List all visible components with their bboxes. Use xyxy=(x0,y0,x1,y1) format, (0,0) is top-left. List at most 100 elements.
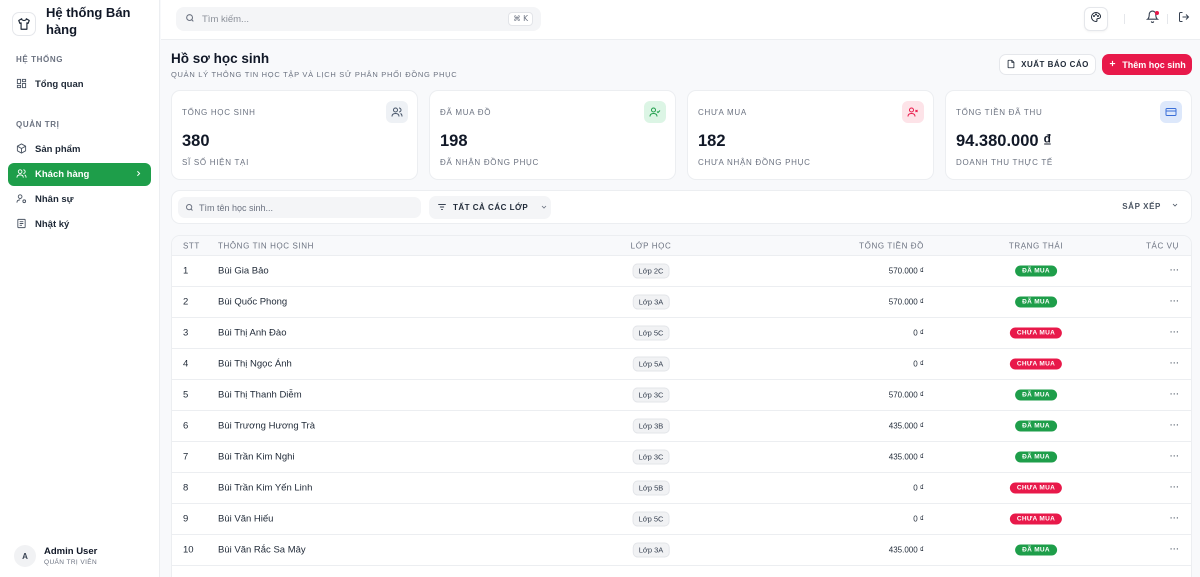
column-header[interactable]: TỔNG TIỀN ĐỒ xyxy=(859,241,924,250)
stat-card-bought: ĐÃ MUA ĐỒ 198 ĐÃ NHẬN ĐỒNG PHỤC xyxy=(429,90,676,180)
total-amount: 570.000 ₫ xyxy=(888,297,924,307)
total-amount: 0 ₫ xyxy=(913,514,924,524)
status-badge: ĐÃ MUA xyxy=(1015,296,1057,308)
status-badge: ĐÃ MUA xyxy=(1015,451,1057,463)
student-name[interactable]: Bùi Thị Anh Đào xyxy=(218,328,286,339)
student-name[interactable]: Bùi Trương Hương Trà xyxy=(218,421,315,432)
export-report-button[interactable]: XUẤT BÁO CÁO xyxy=(999,54,1096,75)
sidebar-item-dashboard[interactable]: Tổng quan xyxy=(8,73,151,96)
more-actions-icon[interactable]: ··· xyxy=(1169,266,1179,277)
table-row[interactable]: 4 Bùi Thị Ngọc Ánh Lớp 5A 0 ₫ CHƯA MUA ··· xyxy=(172,349,1191,380)
column-header: TÁC VỤ xyxy=(1146,241,1179,250)
filter-bar: TẤT CẢ CÁC LỚP SẮP XẾP xyxy=(171,190,1192,224)
sidebar-item-logs[interactable]: Nhật ký xyxy=(8,213,151,236)
app-title: Hệ thống Bán hàng xyxy=(46,5,131,37)
chevron-right-icon xyxy=(134,169,143,181)
more-actions-icon[interactable]: ··· xyxy=(1169,452,1179,463)
status-badge: CHƯA MUA xyxy=(1009,482,1063,494)
student-name[interactable]: Bùi Quốc Phong xyxy=(218,297,287,308)
student-name[interactable]: Bùi Thị Thanh Diễm xyxy=(218,390,302,401)
stat-value: 182 xyxy=(698,132,726,150)
column-header[interactable]: LỚP HỌC xyxy=(631,241,672,250)
notification-dot xyxy=(1155,11,1159,15)
sidebar-item-label: Nhật ký xyxy=(35,219,70,230)
sidebar-item-customers[interactable]: Khách hàng xyxy=(8,163,151,186)
stat-value: 380 xyxy=(182,132,210,150)
chevron-down-icon xyxy=(540,203,548,213)
stat-label: ĐÃ MUA ĐỒ xyxy=(440,108,492,117)
palette-icon xyxy=(1090,10,1102,28)
student-search[interactable] xyxy=(178,197,421,218)
student-search-input[interactable] xyxy=(199,202,409,213)
table-row[interactable]: 7 Bùi Trần Kim Nghi Lớp 3C 435.000 ₫ ĐÃ MUA ·… xyxy=(172,442,1191,473)
class-badge: Lớp 3C xyxy=(632,387,670,403)
class-badge: Lớp 3C xyxy=(632,449,670,465)
stat-label: TỔNG HỌC SINH xyxy=(182,108,256,117)
table-row[interactable]: 2 Bùi Quốc Phong Lớp 3A 570.000 ₫ ĐÃ MUA ··· xyxy=(172,287,1191,318)
global-search-input[interactable] xyxy=(202,13,502,25)
column-header[interactable]: THÔNG TIN HỌC SINH xyxy=(218,241,314,250)
user-cog-icon xyxy=(16,193,27,207)
dashboard-icon xyxy=(16,78,27,92)
more-actions-icon[interactable]: ··· xyxy=(1169,421,1179,432)
more-actions-icon[interactable]: ··· xyxy=(1169,297,1179,308)
table-row[interactable]: 9 Bùi Văn Hiếu Lớp 5C 0 ₫ CHƯA MUA ··· xyxy=(172,504,1191,535)
global-search[interactable]: ⌘ K xyxy=(176,7,541,31)
student-name[interactable]: Bùi Văn Rắc Sa Mây xyxy=(218,545,306,556)
sort-label: SẮP XẾP xyxy=(1122,201,1161,211)
notifications-button[interactable] xyxy=(1140,7,1164,31)
total-amount: 435.000 ₫ xyxy=(888,421,924,431)
table-row[interactable]: 6 Bùi Trương Hương Trà Lớp 3B 435.000 ₫ ĐÃ M… xyxy=(172,411,1191,442)
class-badge: Lớp 3A xyxy=(632,542,670,558)
class-filter-dropdown[interactable]: TẤT CẢ CÁC LỚP xyxy=(429,196,551,219)
student-name[interactable]: Bùi Văn Hiếu xyxy=(218,514,273,525)
table-row[interactable]: 1 Bùi Gia Bảo Lớp 2C 570.000 ₫ ĐÃ MUA ··· xyxy=(172,256,1191,287)
table-row[interactable]: 5 Bùi Thị Thanh Diễm Lớp 3C 570.000 ₫ ĐÃ MUA… xyxy=(172,380,1191,411)
row-index: 8 xyxy=(183,482,189,494)
student-name[interactable]: Bùi Gia Bảo xyxy=(218,266,269,277)
more-actions-icon[interactable]: ··· xyxy=(1169,483,1179,494)
logout-button[interactable] xyxy=(1172,7,1196,31)
sidebar-item-label: Nhân sự xyxy=(35,194,74,205)
stat-value: 94.380.000 ₫ xyxy=(956,132,1052,150)
sidebar-item-label: Tổng quan xyxy=(35,79,84,90)
more-actions-icon[interactable]: ··· xyxy=(1169,390,1179,401)
total-amount: 570.000 ₫ xyxy=(888,266,924,276)
student-name[interactable]: Bùi Thị Ngọc Ánh xyxy=(218,359,292,370)
user-profile[interactable]: A Admin User QUẢN TRỊ VIÊN xyxy=(0,535,159,577)
table-row[interactable] xyxy=(172,566,1191,577)
column-header[interactable]: TRẠNG THÁI xyxy=(1009,241,1063,250)
stat-note: DOANH THU THỰC TẾ xyxy=(956,158,1053,167)
table-row[interactable]: 3 Bùi Thị Anh Đào Lớp 5C 0 ₫ CHƯA MUA ··· xyxy=(172,318,1191,349)
status-badge: ĐÃ MUA xyxy=(1015,544,1057,556)
search-icon xyxy=(185,10,195,28)
sidebar-item-products[interactable]: Sản phẩm xyxy=(8,138,151,161)
user-x-icon xyxy=(902,101,924,123)
column-header[interactable]: STT xyxy=(183,241,200,250)
status-badge: ĐÃ MUA xyxy=(1015,420,1057,432)
filter-icon xyxy=(437,202,447,214)
sidebar-item-staff[interactable]: Nhân sự xyxy=(8,188,151,211)
student-name[interactable]: Bùi Trần Kim Nghi xyxy=(218,452,295,463)
more-actions-icon[interactable]: ··· xyxy=(1169,359,1179,370)
status-badge: CHƯA MUA xyxy=(1009,327,1063,339)
add-student-button[interactable]: Thêm học sinh xyxy=(1102,54,1192,75)
row-index: 2 xyxy=(183,296,189,308)
sort-dropdown[interactable]: SẮP XẾP xyxy=(1122,201,1179,211)
topbar: ⌘ K xyxy=(161,0,1200,40)
table-row[interactable]: 8 Bùi Trần Kim Yến Linh Lớp 5B 0 ₫ CHƯA MUA ·… xyxy=(172,473,1191,504)
nav-section-admin: QUẢN TRỊ xyxy=(16,120,60,129)
row-index: 6 xyxy=(183,420,189,432)
table-row[interactable]: 10 Bùi Văn Rắc Sa Mây Lớp 3A 435.000 ₫ ĐÃ MU… xyxy=(172,535,1191,566)
sidebar-item-label: Sản phẩm xyxy=(35,144,81,155)
row-index: 4 xyxy=(183,358,189,370)
user-name: Admin User xyxy=(44,546,98,557)
users-icon xyxy=(386,101,408,123)
more-actions-icon[interactable]: ··· xyxy=(1169,328,1179,339)
student-name[interactable]: Bùi Trần Kim Yến Linh xyxy=(218,483,312,494)
theme-button[interactable] xyxy=(1084,7,1108,31)
brand[interactable]: Hệ thống Bán hàng xyxy=(0,0,159,48)
class-badge: Lớp 3B xyxy=(632,418,670,434)
more-actions-icon[interactable]: ··· xyxy=(1169,514,1179,525)
more-actions-icon[interactable]: ··· xyxy=(1169,545,1179,556)
